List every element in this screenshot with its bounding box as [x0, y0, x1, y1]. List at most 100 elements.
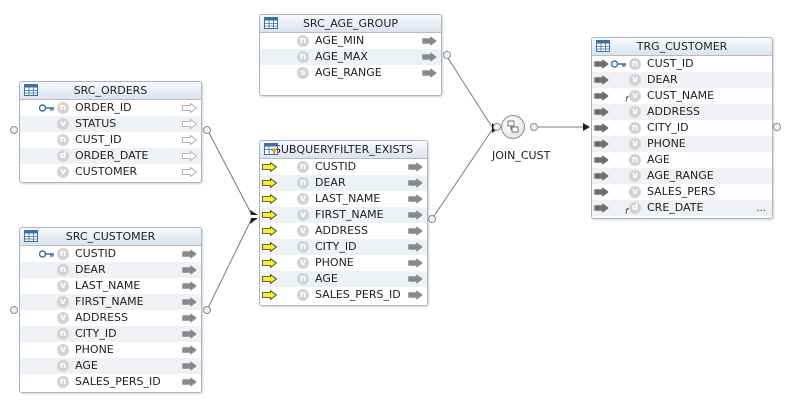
attribute-row[interactable]: v FIRST_NAME	[20, 294, 201, 310]
primary-key-icon	[39, 250, 54, 258]
output-attribute-arrow-icon[interactable]	[408, 242, 423, 252]
attribute-row[interactable]: n CUST_ID	[592, 56, 772, 72]
output-attribute-arrow-icon[interactable]	[408, 194, 423, 204]
attribute-row[interactable]: n SALES_PERS_ID	[260, 287, 427, 303]
output-attribute-arrow-icon[interactable]	[182, 103, 197, 113]
attribute-row[interactable]: v LAST_NAME	[20, 278, 201, 294]
attribute-row[interactable]: n CUSTID	[260, 159, 427, 175]
src-orders-input-port[interactable]	[10, 126, 18, 134]
output-attribute-arrow-icon[interactable]	[182, 297, 197, 307]
output-attribute-arrow-icon[interactable]	[408, 274, 423, 284]
subqueryfilter-exists-node[interactable]: SUBQUERYFILTER_EXISTS n CUSTID n DEAR v LAST_…	[259, 140, 428, 306]
attribute-row[interactable]: v PHONE	[592, 136, 772, 152]
output-attribute-arrow-icon[interactable]	[408, 162, 423, 172]
attribute-row[interactable]: v STATUS	[20, 116, 201, 132]
output-attribute-arrow-icon[interactable]	[182, 377, 197, 387]
attribute-row[interactable]: v CUSTOMER	[20, 164, 201, 180]
input-attribute-arrow-icon	[594, 59, 609, 69]
more-attributes-indicator[interactable]: ...	[756, 201, 766, 217]
output-attribute-arrow-icon[interactable]	[182, 135, 197, 145]
attribute-row[interactable]: v ADDRESS	[20, 310, 201, 326]
attribute-row[interactable]: d f CRE_DATE...	[592, 200, 772, 216]
attribute-name: PHONE	[315, 256, 354, 269]
attribute-row[interactable]: v AGE_RANGE	[592, 168, 772, 184]
attribute-row[interactable]: v ADDRESS	[260, 223, 427, 239]
output-attribute-arrow-icon[interactable]	[182, 265, 197, 275]
attribute-row[interactable]: v DEAR	[592, 72, 772, 88]
datatype-icon: d	[629, 202, 641, 214]
output-attribute-arrow-icon[interactable]	[182, 313, 197, 323]
attribute-row[interactable]: v FIRST_NAME	[260, 207, 427, 223]
output-attribute-arrow-icon[interactable]	[422, 68, 437, 78]
src-age-group-node[interactable]: SRC_AGE_GROUP n AGE_MIN n AGE_MAX s AGE_RANGE	[259, 14, 442, 96]
src-orders-header[interactable]: SRC_ORDERS	[20, 82, 201, 100]
join-cust-input-port[interactable]	[493, 123, 501, 131]
attribute-row[interactable]: v f CUST_NAME	[592, 88, 772, 104]
join-cust-label: JOIN_CUST	[492, 149, 551, 162]
subqueryfilter-exists-output-port[interactable]	[428, 215, 436, 223]
attribute-row[interactable]: n ORDER_ID	[20, 100, 201, 116]
attribute-row[interactable]: s AGE_RANGE	[260, 65, 441, 81]
src-age-group-output-port[interactable]	[443, 51, 451, 59]
attribute-row[interactable]: n AGE	[260, 271, 427, 287]
output-attribute-arrow-icon[interactable]	[182, 151, 197, 161]
datatype-icon: n	[629, 122, 641, 134]
output-attribute-arrow-icon[interactable]	[182, 119, 197, 129]
attribute-row[interactable]: n DEAR	[260, 175, 427, 191]
attribute-row[interactable]: n CITY_ID	[260, 239, 427, 255]
src-orders-node[interactable]: SRC_ORDERS n ORDER_ID v STATUS n CUST_IDd ORDE…	[19, 81, 202, 183]
attribute-name: ORDER_DATE	[75, 149, 149, 162]
subqueryfilter-exists-header[interactable]: SUBQUERYFILTER_EXISTS	[260, 141, 427, 159]
attribute-row[interactable]: n AGE	[20, 358, 201, 374]
output-attribute-arrow-icon[interactable]	[422, 52, 437, 62]
attribute-row[interactable]: n CUST_ID	[20, 132, 201, 148]
src-customer-node[interactable]: SRC_CUSTOMER n CUSTID n DEAR v LAST_NAME v FIRS…	[19, 227, 202, 393]
output-attribute-arrow-icon[interactable]	[408, 290, 423, 300]
attribute-row[interactable]: n DEAR	[20, 262, 201, 278]
output-attribute-arrow-icon[interactable]	[182, 345, 197, 355]
output-attribute-arrow-icon[interactable]	[408, 226, 423, 236]
attribute-row[interactable]: n CITY_ID	[20, 326, 201, 342]
attribute-row[interactable]: v LAST_NAME	[260, 191, 427, 207]
attribute-row[interactable]: v PHONE	[20, 342, 201, 358]
attribute-row[interactable]: v SALES_PERS	[592, 184, 772, 200]
output-attribute-arrow-icon[interactable]	[182, 167, 197, 177]
arrowhead-subquery-in-2	[250, 218, 258, 224]
join-cust-node[interactable]	[501, 115, 525, 139]
datatype-icon: d	[57, 150, 69, 162]
attribute-row[interactable]: n AGE_MAX	[260, 49, 441, 65]
attribute-name: AGE_RANGE	[315, 66, 382, 79]
output-attribute-arrow-icon[interactable]	[182, 329, 197, 339]
attribute-row[interactable]: v PHONE	[260, 255, 427, 271]
trg-customer-output-port[interactable]	[773, 123, 781, 131]
output-attribute-arrow-icon[interactable]	[408, 210, 423, 220]
src-orders-output-port[interactable]	[203, 126, 211, 134]
output-attribute-arrow-icon[interactable]	[182, 281, 197, 291]
node-title: SRC_CUSTOMER	[65, 230, 156, 243]
output-attribute-arrow-icon[interactable]	[408, 178, 423, 188]
trg-customer-header[interactable]: TRG_CUSTOMER	[592, 38, 772, 56]
join-cust-output-port[interactable]	[530, 123, 538, 131]
output-attribute-arrow-icon[interactable]	[408, 258, 423, 268]
output-attribute-arrow-icon[interactable]	[182, 249, 197, 259]
output-attribute-arrow-icon[interactable]	[182, 361, 197, 371]
output-attribute-arrow-icon[interactable]	[422, 36, 437, 46]
src-orders-rows: n ORDER_ID v STATUS n CUST_IDd ORDER_DATE v CUST…	[20, 100, 201, 180]
attribute-name: DEAR	[315, 176, 346, 189]
attribute-name: CITY_ID	[647, 121, 689, 134]
trg-customer-node[interactable]: TRG_CUSTOMER n CUST_ID v DEAR v f CUST_NAME v AD…	[591, 37, 773, 219]
attribute-row[interactable]: n AGE	[592, 152, 772, 168]
src-customer-input-port[interactable]	[10, 306, 18, 314]
attribute-row[interactable]: n AGE_MIN	[260, 33, 441, 49]
src-customer-output-port[interactable]	[203, 306, 211, 314]
link-src-age-group-to-join	[445, 54, 493, 128]
src-age-group-header[interactable]: SRC_AGE_GROUP	[260, 15, 441, 33]
attribute-row[interactable]: n SALES_PERS_ID	[20, 374, 201, 390]
node-title: SRC_AGE_GROUP	[302, 17, 399, 30]
src-customer-header[interactable]: SRC_CUSTOMER	[20, 228, 201, 246]
attribute-row[interactable]: n CUSTID	[20, 246, 201, 262]
attribute-row[interactable]: d ORDER_DATE	[20, 148, 201, 164]
attribute-row[interactable]: v ADDRESS	[592, 104, 772, 120]
attribute-row[interactable]: n CITY_ID	[592, 120, 772, 136]
attribute-name: AGE_RANGE	[647, 169, 714, 182]
